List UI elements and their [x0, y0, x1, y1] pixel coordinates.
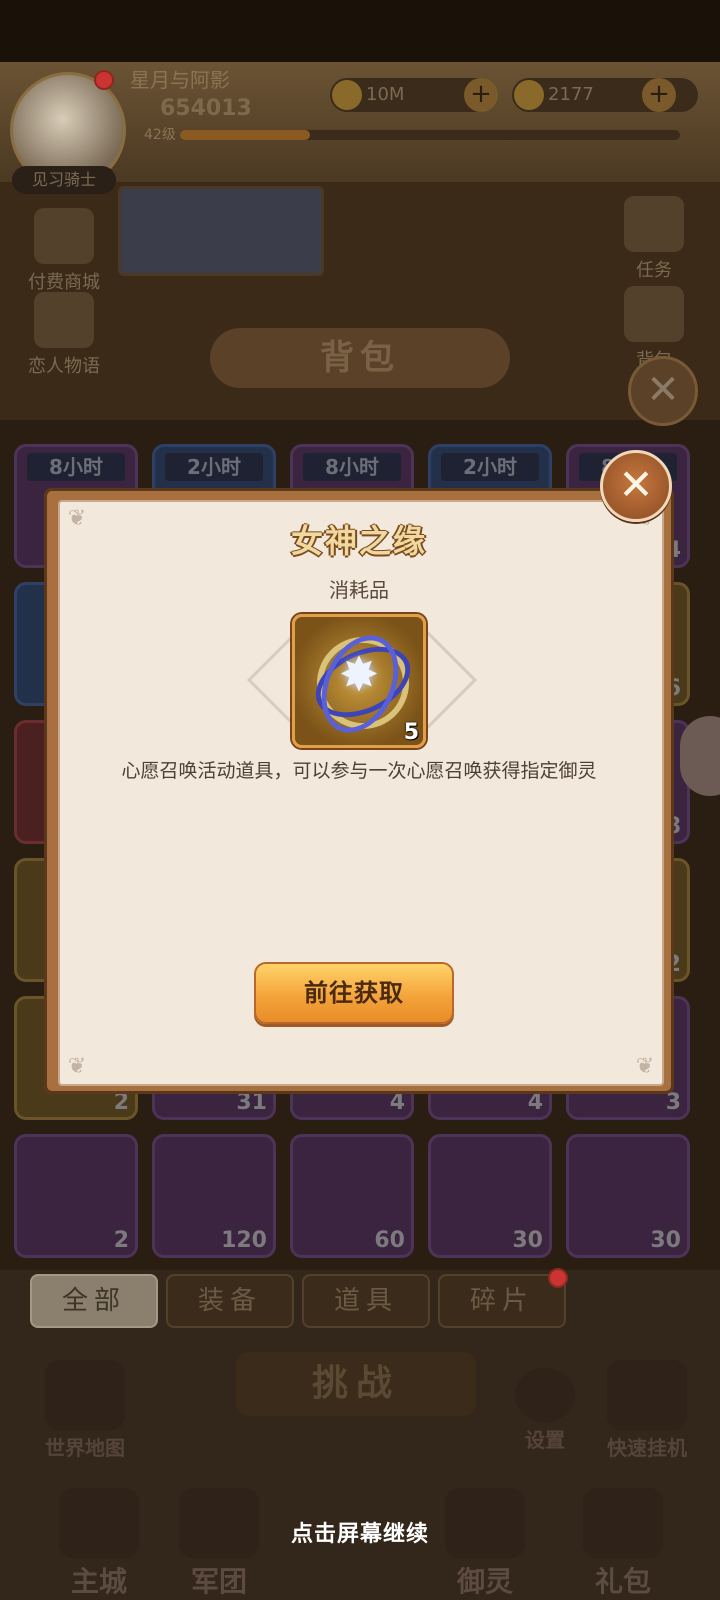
notification-dot	[548, 1268, 568, 1288]
challenge-button[interactable]: 挑战	[236, 1352, 476, 1416]
inventory-slot[interactable]: 60	[290, 1134, 414, 1258]
player-power: 654013	[160, 96, 252, 121]
level-progress-bar	[180, 130, 680, 140]
gold-coin-icon	[332, 80, 362, 110]
gem-icon	[514, 80, 544, 110]
tab-equipment[interactable]: 装备	[166, 1274, 294, 1328]
task-button[interactable]: 任务	[614, 196, 694, 282]
gold-value: 10M	[366, 84, 405, 105]
corner-ornament-icon: ❦	[635, 1054, 655, 1079]
heart-story-icon	[34, 292, 94, 348]
close-icon[interactable]: ✕	[600, 450, 672, 522]
item-description: 心愿召唤活动道具，可以参与一次心愿召唤获得指定御灵	[121, 760, 597, 782]
task-icon	[624, 196, 684, 252]
item-category: 消耗品	[329, 578, 389, 602]
item-quantity: 5	[403, 720, 419, 745]
world-map-button[interactable]: 世界地图	[30, 1360, 140, 1461]
go-obtain-button[interactable]: 前往获取	[254, 962, 454, 1024]
bag-filter-tabs: 全部 装备 道具 碎片	[30, 1274, 570, 1328]
inventory-slot[interactable]: 120	[152, 1134, 276, 1258]
dialog-title: 女神之缘	[290, 522, 427, 560]
settings-button[interactable]: 设置	[490, 1368, 600, 1453]
corner-ornament-icon: ❦	[67, 1054, 87, 1079]
quick-idle-icon	[607, 1360, 687, 1430]
inventory-slot[interactable]: 30	[428, 1134, 552, 1258]
orbit-star-icon: ✸ 5	[292, 614, 426, 748]
panel-title: 背包	[210, 328, 510, 388]
panel-close-icon[interactable]: ✕	[628, 356, 698, 426]
tap-to-continue-hint[interactable]: 点击屏幕继续	[0, 1516, 720, 1548]
shop-button[interactable]: 付费商城	[24, 208, 104, 294]
event-banner[interactable]	[118, 186, 324, 276]
inventory-slot[interactable]: 2	[14, 1134, 138, 1258]
shop-icon	[34, 208, 94, 264]
gem-value: 2177	[548, 84, 594, 105]
inventory-slot[interactable]: 30	[566, 1134, 690, 1258]
quick-idle-button[interactable]: 快速挂机	[592, 1360, 702, 1461]
player-name: 星月与阿影	[130, 68, 230, 92]
bag-icon	[624, 286, 684, 342]
item-icon-frame: ✸ 5	[246, 614, 478, 748]
notification-dot	[94, 70, 114, 90]
player-title-badge: 见习骑士	[12, 166, 116, 194]
gear-icon	[515, 1368, 575, 1422]
world-map-icon	[45, 1360, 125, 1430]
add-gold-button[interactable]: +	[464, 78, 498, 112]
side-expand-button[interactable]	[680, 716, 720, 796]
add-gem-button[interactable]: +	[642, 78, 676, 112]
tab-all[interactable]: 全部	[30, 1274, 158, 1328]
tab-fragments[interactable]: 碎片	[438, 1274, 566, 1328]
lover-story-button[interactable]: 恋人物语	[24, 292, 104, 378]
item-detail-dialog: ❦ ❦ ❦ ❦ 女神之缘 消耗品 ✸ 5 心愿召唤活动道具，可以参与一次心愿召唤…	[44, 488, 674, 1094]
tab-items[interactable]: 道具	[302, 1274, 430, 1328]
player-level: 42级	[144, 127, 176, 143]
